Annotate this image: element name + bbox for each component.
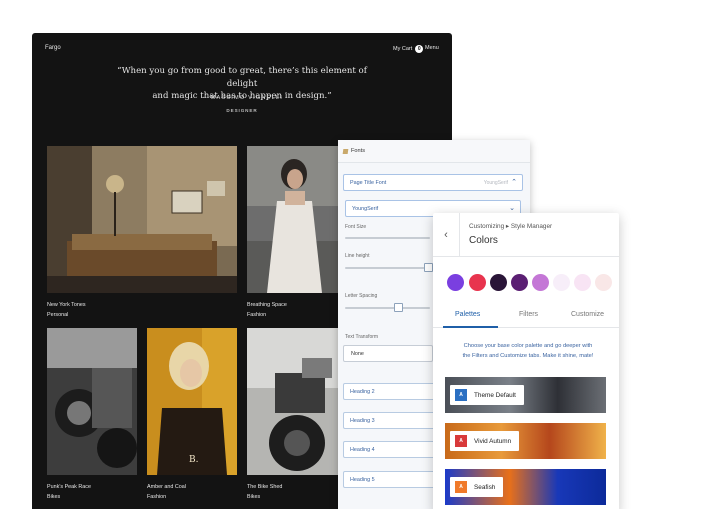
palette-name: Vivid Autumn: [474, 437, 512, 445]
tab-filters[interactable]: Filters: [519, 311, 538, 318]
fonts-panel-header: Fonts: [338, 140, 530, 163]
page-title-font-value: YoungSerif: [483, 179, 508, 186]
style-manager-tabs: Palettes Filters Customize: [433, 305, 619, 328]
quote-author-role: DESIGNER: [226, 108, 258, 113]
chevron-up-icon[interactable]: ⌃: [511, 179, 517, 186]
tab-palettes[interactable]: Palettes: [455, 311, 480, 318]
palette-label: A Theme Default: [450, 385, 524, 405]
svg-text:B.: B.: [189, 455, 199, 465]
project-category[interactable]: Bikes: [47, 494, 60, 500]
section-title: Colors: [469, 235, 498, 246]
project-title[interactable]: Breathing Space: [247, 302, 287, 308]
project-image-breathing-space[interactable]: [247, 146, 342, 293]
page-title-font-control[interactable]: Page Title Font YoungSerif ⌃: [343, 174, 523, 191]
font-size-label: Font Size: [345, 224, 367, 230]
palette-badge-icon: A: [455, 389, 467, 401]
description-line-2: the Filters and Customize tabs. Make it …: [462, 353, 594, 359]
quote-line-1: “When you go from good to great, there’s…: [117, 66, 367, 89]
heading-3-control[interactable]: Heading 3: [343, 412, 443, 429]
color-swatch[interactable]: [490, 274, 507, 291]
project-category[interactable]: Bikes: [247, 494, 260, 500]
line-height-slider-handle[interactable]: [424, 263, 433, 272]
style-manager-header: ‹ Customizing ▸ Style Manager Colors: [433, 213, 619, 257]
palette-name: Seafish: [474, 483, 496, 491]
project-title[interactable]: New York Tones: [47, 302, 86, 308]
description-line-1: Choose your base color palette and go de…: [463, 343, 593, 349]
project-category[interactable]: Fashion: [147, 494, 166, 500]
color-swatch[interactable]: [511, 274, 528, 291]
heading-2-control[interactable]: Heading 2: [343, 383, 443, 400]
letter-spacing-slider-handle[interactable]: [394, 303, 403, 312]
project-image-the-bike-shed[interactable]: [247, 328, 342, 475]
palette-seafish[interactable]: A Seafish: [445, 469, 606, 505]
cart-count-badge: 0: [415, 45, 424, 53]
back-button[interactable]: ‹: [433, 213, 460, 257]
heading-label: Heading 5: [350, 476, 375, 483]
line-height-slider[interactable]: [345, 267, 430, 269]
palette-badge-icon: A: [455, 435, 467, 447]
quote-author: — MASSIMO VIGNELLI: [201, 95, 283, 101]
chevron-down-icon: ⌄: [509, 205, 515, 212]
palette-label: A Vivid Autumn: [450, 431, 520, 451]
color-swatch[interactable]: [553, 274, 570, 291]
project-title[interactable]: Amber and Coal: [147, 484, 186, 490]
palette-badge-icon: A: [455, 481, 467, 493]
color-swatch[interactable]: [574, 274, 591, 291]
palette-vivid-autumn[interactable]: A Vivid Autumn: [445, 423, 606, 459]
page-title-font-label: Page Title Font: [350, 179, 387, 186]
project-image-amber-and-coal[interactable]: B.: [147, 328, 237, 475]
site-logo[interactable]: Fargo: [45, 45, 61, 51]
menu-link[interactable]: Menu: [425, 45, 439, 51]
palettes-description: Choose your base color palette and go de…: [445, 341, 611, 361]
cart-label: My Cart: [393, 46, 413, 52]
screenshot-stage: Fargo My Cart 0 Menu “When you go from g…: [0, 0, 719, 509]
palette-label: A Seafish: [450, 477, 504, 497]
folder-icon: [342, 148, 349, 154]
style-manager-panel: ‹ Customizing ▸ Style Manager Colors Pal…: [433, 213, 619, 509]
heading-label: Heading 4: [350, 446, 375, 453]
line-height-label: Line height: [345, 253, 370, 259]
text-transform-label: Text Transform: [345, 334, 379, 340]
project-image-punks-peak-race[interactable]: [47, 328, 137, 475]
cart-link[interactable]: My Cart 0: [393, 45, 424, 53]
active-tab-indicator: [443, 326, 498, 328]
palette-name: Theme Default: [474, 391, 516, 399]
breadcrumb: Customizing ▸ Style Manager: [469, 223, 553, 230]
heading-label: Heading 2: [350, 388, 375, 395]
tab-customize[interactable]: Customize: [571, 311, 604, 318]
color-swatch[interactable]: [447, 274, 464, 291]
palette-theme-default[interactable]: A Theme Default: [445, 377, 606, 413]
font-family-value: YoungSerif: [352, 205, 379, 212]
color-swatch[interactable]: [595, 274, 612, 291]
letter-spacing-label: Letter Spacing: [345, 293, 378, 299]
letter-spacing-slider[interactable]: [345, 307, 430, 309]
text-transform-value: None: [351, 350, 364, 357]
heading-5-control[interactable]: Heading 5: [343, 471, 443, 488]
color-swatch[interactable]: [469, 274, 486, 291]
project-category[interactable]: Fashion: [247, 312, 266, 318]
heading-4-control[interactable]: Heading 4: [343, 441, 443, 458]
text-transform-select[interactable]: None: [343, 345, 433, 362]
project-category[interactable]: Personal: [47, 312, 68, 318]
project-title[interactable]: Punk’s Peak Race: [47, 484, 91, 490]
project-image-new-york-tones[interactable]: [47, 146, 237, 293]
font-size-slider[interactable]: [345, 237, 430, 239]
color-swatch[interactable]: [532, 274, 549, 291]
project-title[interactable]: The Bike Shed: [247, 484, 282, 490]
heading-label: Heading 3: [350, 417, 375, 424]
fonts-panel-title: Fonts: [351, 148, 365, 154]
chevron-left-icon: ‹: [444, 229, 448, 241]
